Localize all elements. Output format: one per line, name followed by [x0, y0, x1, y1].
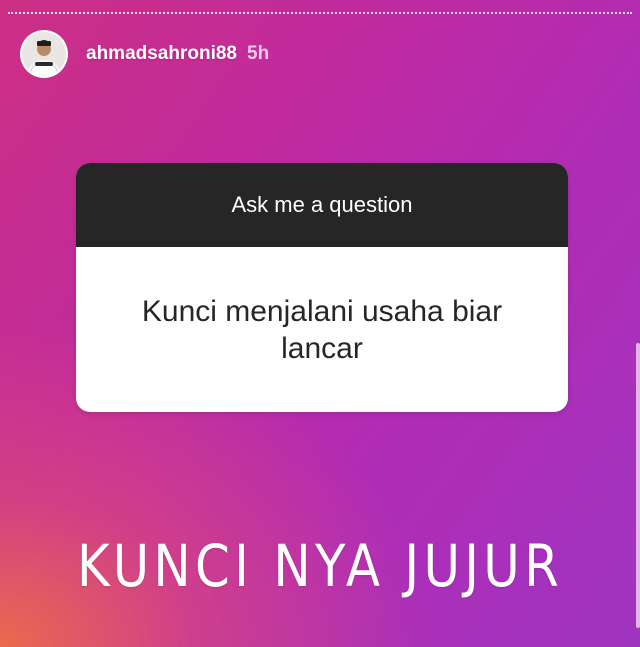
edge-scroll-indicator — [636, 343, 640, 628]
avatar[interactable] — [20, 30, 68, 78]
user-avatar-icon — [22, 32, 66, 76]
question-text: Kunci menjalani usaha biar lancar — [141, 294, 503, 365]
story-overlay-text: KUNCI NYA JUJUR — [76, 532, 564, 600]
question-prompt: Ask me a question — [231, 192, 413, 217]
question-sticker-header: Ask me a question — [76, 163, 568, 247]
post-timestamp: 5h — [247, 43, 270, 64]
question-sticker[interactable]: Ask me a question Kunci menjalani usaha … — [76, 163, 568, 412]
story-header: ahmadsahroni88 5h — [20, 28, 269, 80]
story-progress-bar — [8, 12, 632, 14]
username-link[interactable]: ahmadsahroni88 — [86, 43, 237, 65]
story-view[interactable]: ahmadsahroni88 5h Ask me a question Kunc… — [0, 0, 640, 647]
question-sticker-body: Kunci menjalani usaha biar lancar — [76, 247, 568, 412]
